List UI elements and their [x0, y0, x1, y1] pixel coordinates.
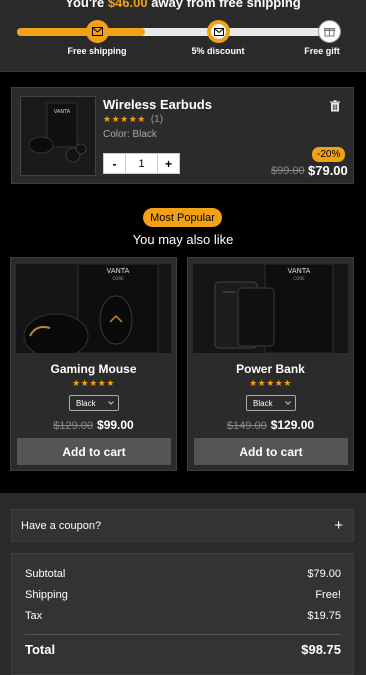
quantity-value[interactable]: 1: [126, 154, 157, 173]
product-stars: ★★★★★: [72, 378, 115, 388]
product-name[interactable]: Power Bank: [188, 362, 353, 376]
envelope-icon: [92, 27, 103, 36]
quantity-stepper: - 1 +: [103, 153, 180, 174]
gaming-mouse-image[interactable]: VANTA CORE: [16, 264, 171, 353]
item-new-price: $79.00: [308, 163, 348, 178]
product-old-price: $149.00: [226, 420, 267, 432]
power-bank-image[interactable]: VANTA CORE: [193, 264, 348, 353]
envelope-icon: [213, 27, 224, 36]
shipping-amount: $46.00: [107, 0, 148, 10]
add-to-cart-button[interactable]: Add to cart: [194, 438, 348, 465]
svg-text:CORE: CORE: [112, 276, 124, 281]
progress-fill: [17, 28, 146, 36]
quantity-increase-button[interactable]: +: [157, 154, 179, 173]
product-new-price: $129.00: [270, 418, 315, 432]
milestone-discount: [207, 20, 230, 43]
item-name[interactable]: Wireless Earbuds: [103, 97, 212, 112]
chevron-down-icon: [108, 401, 114, 405]
milestone-label-free-gift: Free gift: [304, 46, 340, 56]
milestone-free-shipping: [86, 20, 109, 43]
shipping-message: You're $46.00 away from free shipping: [0, 0, 366, 10]
order-summary: Subtotal $79.00 Shipping Free! Tax $19.7…: [11, 553, 354, 675]
subtotal-label: Subtotal: [25, 568, 66, 580]
total-value: $98.75: [301, 642, 341, 657]
milestone-label-discount: 5% discount: [191, 46, 245, 56]
coupon-toggle[interactable]: Have a coupon? +: [11, 509, 354, 542]
add-to-cart-button[interactable]: Add to cart: [17, 438, 171, 465]
gift-icon: [324, 28, 335, 37]
tax-label: Tax: [25, 610, 43, 622]
shipping-value: Free!: [315, 589, 341, 601]
shipping-progress-panel: You're $46.00 away from free shipping Fr…: [0, 0, 366, 72]
item-review-count: (1): [150, 114, 164, 125]
earbuds-picture: VANTA: [21, 97, 95, 175]
svg-text:VANTA: VANTA: [54, 109, 71, 115]
cart-item: VANTA Wireless Earbuds ★★★★★ (1) Color: …: [11, 87, 354, 184]
milestone-free-gift: [318, 20, 341, 43]
progress-track: [17, 28, 338, 36]
milestone-label-free-shipping: Free shipping: [67, 46, 127, 56]
quantity-decrease-button[interactable]: -: [104, 154, 126, 173]
checkout-panel: Have a coupon? + Subtotal $79.00 Shippin…: [0, 493, 366, 675]
item-color: Color: Black: [103, 129, 157, 140]
tax-row: Tax $19.75: [25, 610, 341, 622]
svg-text:VANTA: VANTA: [288, 267, 311, 275]
subtotal-row: Subtotal $79.00: [25, 568, 341, 580]
product-name[interactable]: Gaming Mouse: [11, 362, 176, 376]
gaming-mouse-picture: VANTA CORE: [16, 264, 171, 353]
total-label: Total: [25, 642, 56, 657]
power-bank-picture: VANTA CORE: [193, 264, 348, 353]
chevron-down-icon: [285, 401, 291, 405]
earbuds-product-image: VANTA: [20, 96, 96, 176]
product-old-price: $129.00: [53, 420, 94, 432]
upsell-title: You may also like: [132, 232, 234, 247]
product-prices: $129.00 $99.00: [11, 418, 176, 432]
tax-value: $19.75: [307, 610, 341, 622]
shipping-message-suffix: away from free shipping: [147, 0, 301, 10]
item-old-price: $99.00: [271, 165, 305, 177]
shipping-row: Shipping Free!: [25, 589, 341, 601]
product-card-power-bank: VANTA CORE Power Bank ★★★★★ Black $149.0…: [187, 257, 354, 471]
variant-select[interactable]: Black: [246, 395, 296, 411]
plus-icon: +: [334, 517, 343, 534]
subtotal-value: $79.00: [307, 568, 341, 580]
variant-select[interactable]: Black: [69, 395, 119, 411]
coupon-label: Have a coupon?: [21, 519, 102, 532]
summary-divider: [25, 634, 341, 635]
variant-value: Black: [253, 398, 273, 408]
variant-value: Black: [76, 398, 96, 408]
svg-text:VANTA: VANTA: [107, 267, 130, 275]
product-stars: ★★★★★: [249, 378, 292, 388]
item-stars: ★★★★★: [103, 114, 146, 124]
shipping-message-prefix: You're: [65, 0, 108, 10]
product-card-gaming-mouse: VANTA CORE Gaming Mouse ★★★★★ Black $129…: [10, 257, 177, 471]
product-prices: $149.00 $129.00: [188, 418, 353, 432]
discount-badge: -20%: [312, 147, 346, 162]
item-rating: ★★★★★ (1): [103, 114, 163, 125]
product-new-price: $99.00: [97, 418, 134, 432]
shipping-label: Shipping: [25, 589, 68, 601]
total-row: Total $98.75: [25, 642, 341, 657]
svg-text:CORE: CORE: [293, 276, 305, 281]
most-popular-badge: Most Popular: [143, 208, 222, 227]
trash-icon[interactable]: [329, 100, 341, 112]
